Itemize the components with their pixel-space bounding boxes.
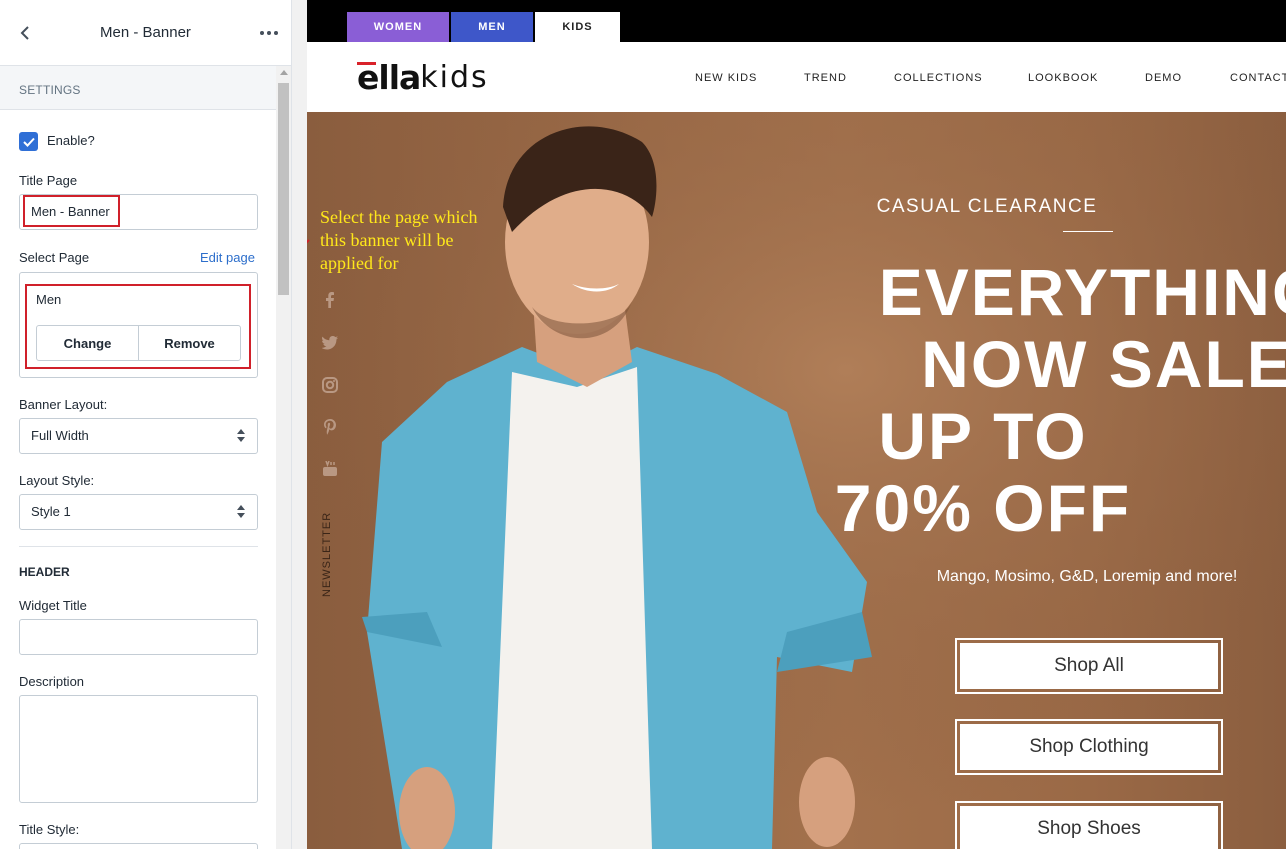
title-style-select[interactable] [19,843,258,849]
title-page-input[interactable]: Men - Banner [19,194,258,230]
kicker-underline [1063,231,1113,232]
description-label: Description [19,674,85,689]
nav-collections[interactable]: COLLECTIONS [894,72,983,84]
select-arrows-icon [237,429,245,443]
panel-header: Men - Banner [0,0,291,66]
ellipsis-icon [260,31,278,35]
shop-all-label: Shop All [960,643,1218,689]
select-page-label: Select Page [19,250,90,265]
hero-headline-line-1: EVERYTHING [878,255,1286,329]
store-tab-women[interactable]: WOMEN [347,12,449,42]
twitter-icon[interactable] [320,333,340,353]
panel-title: Men - Banner [100,24,191,41]
layout-style-label: Layout Style: [19,473,95,488]
shop-shoes-label: Shop Shoes [960,806,1218,849]
banner-layout-label: Banner Layout: [19,397,108,412]
store-switcher-bar: WOMEN MEN KIDS [307,0,1286,42]
nav-lookbook[interactable]: LOOKBOOK [1028,72,1098,84]
settings-section-label: SETTINGS [19,83,81,97]
section-divider [19,546,258,547]
hero-headline-line-2: NOW SALE [921,327,1286,401]
edit-page-link[interactable]: Edit page [200,250,255,265]
nav-new-kids[interactable]: NEW KIDS [695,72,757,84]
hero-kicker: CASUAL CLEARANCE [876,196,1098,217]
store-preview: WOMEN MEN KIDS ella kids NEW KIDS TREND C… [307,0,1286,849]
selected-page-name: Men [36,292,62,307]
banner-layout-select[interactable]: Full Width [19,418,258,454]
settings-scroll-area[interactable]: SETTINGS Enable? Title Page Men - Banner… [0,66,276,849]
newsletter-tab[interactable]: NEWSLETTER [321,512,333,597]
store-logo[interactable]: ella kids [357,61,489,95]
instagram-icon[interactable] [320,375,340,395]
nav-demo[interactable]: DEMO [1145,72,1182,84]
store-tab-kids[interactable]: KIDS [535,12,620,42]
remove-button[interactable]: Remove [138,326,240,360]
widget-title-label: Widget Title [19,598,87,613]
enable-checkbox[interactable] [19,132,38,151]
page-action-buttons: Change Remove [36,325,241,361]
layout-style-value: Style 1 [31,504,71,519]
panel-scrollbar[interactable] [276,66,291,849]
shop-clothing-button[interactable]: Shop Clothing [955,719,1223,775]
theme-settings-panel: Men - Banner SETTINGS Enable? Title Page… [0,0,292,849]
youtube-icon[interactable] [320,459,340,479]
description-textarea[interactable] [19,695,258,803]
layout-style-select[interactable]: Style 1 [19,494,258,530]
annotation-callout: Select the page which this banner will b… [320,207,478,273]
banner-layout-value: Full Width [31,428,89,443]
hero-headline-line-4: 70% OFF [834,471,1132,545]
scrollbar-thumb[interactable] [278,83,289,295]
logo-bold-text: ella [357,58,421,97]
shop-clothing-label: Shop Clothing [960,724,1218,770]
more-actions-button[interactable] [256,22,282,44]
annotation-arrow [307,239,310,244]
select-arrows-icon [237,505,245,519]
nav-contact[interactable]: CONTACT [1230,72,1286,84]
shop-all-button[interactable]: Shop All [955,638,1223,694]
change-button[interactable]: Change [37,326,138,360]
hero-headline-line-3: UP TO [878,399,1088,473]
hero-brands-line: Mango, Mosimo, G&D, Loremip and more! [936,568,1238,585]
logo-light-text: kids [420,60,489,95]
title-page-value: Men - Banner [31,204,110,219]
settings-section-header: SETTINGS [0,66,276,110]
header-section-heading: HEADER [19,565,70,579]
nav-trend[interactable]: TREND [804,72,847,84]
scroll-up-arrow-icon[interactable] [280,70,288,75]
title-page-label: Title Page [19,173,78,188]
title-style-label: Title Style: [19,822,80,837]
main-navigation: ella kids NEW KIDS TREND COLLECTIONS LOOK… [307,42,1286,112]
enable-label: Enable? [47,133,95,148]
checkmark-icon [22,137,35,147]
hero-banner: Select the page which this banner will b… [307,112,1286,849]
store-tab-men[interactable]: MEN [451,12,533,42]
pinterest-icon[interactable] [320,417,340,437]
shop-shoes-button[interactable]: Shop Shoes [955,801,1223,849]
facebook-icon[interactable] [320,290,340,310]
widget-title-input[interactable] [19,619,258,655]
